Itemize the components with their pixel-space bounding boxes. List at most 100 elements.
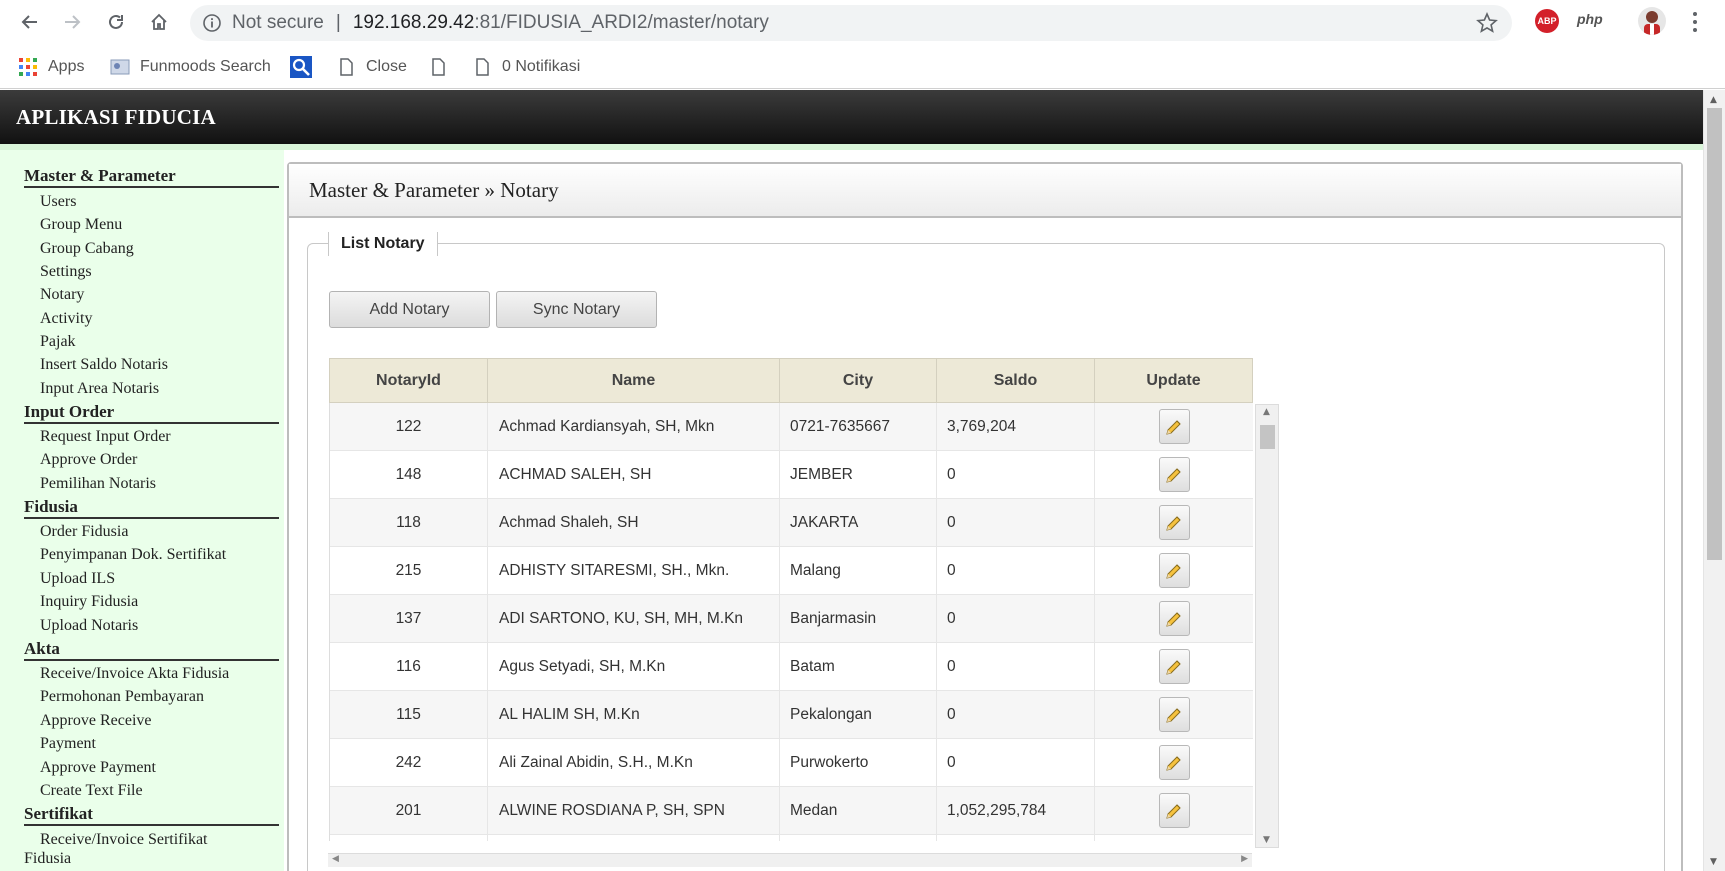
edit-button[interactable] — [1158, 457, 1190, 492]
home-icon[interactable] — [145, 8, 173, 36]
sidebar-item-order-fidusia[interactable]: Order Fidusia — [40, 522, 128, 542]
table-horizontal-scrollbar[interactable]: ◀ ▶ — [328, 853, 1252, 867]
edit-button[interactable] — [1158, 505, 1190, 540]
info-icon[interactable] — [202, 13, 222, 33]
scroll-left-icon[interactable]: ◀ — [332, 854, 339, 864]
edit-button[interactable] — [1158, 601, 1190, 636]
edit-button[interactable] — [1158, 409, 1190, 444]
table-row[interactable]: 118 Achmad Shaleh, SH JAKARTA 0 — [330, 499, 1253, 547]
adblock-icon[interactable]: ABP — [1535, 9, 1559, 33]
sync-notary-button[interactable]: Sync Notary — [496, 291, 657, 328]
sidebar-item-pajak[interactable]: Pajak — [40, 332, 76, 352]
bookmark-blank[interactable] — [428, 45, 458, 89]
sidebar-item-upload-notaris[interactable]: Upload Notaris — [40, 616, 138, 636]
sidebar-item-approve-receive[interactable]: Approve Receive — [40, 711, 152, 731]
sidebar-item-approve-order[interactable]: Approve Order — [40, 450, 137, 470]
sidebar-item-receive-invoice-sertifikat[interactable]: Receive/Invoice Sertifikat — [40, 830, 207, 850]
pencil-icon — [1166, 803, 1181, 819]
bookmark-star-icon[interactable] — [1476, 12, 1498, 34]
add-notary-button[interactable]: Add Notary — [329, 291, 490, 328]
table-row[interactable]: 215 ADHISTY SITARESMI, SH., Mkn. Malang 0 — [330, 547, 1253, 595]
page-scroll-thumb[interactable] — [1707, 108, 1722, 560]
cell-saldo: 1,052,295,784 — [937, 787, 1095, 834]
address-bar[interactable]: Not secure | 192.168.29.42:81/FIDUSIA_AR… — [190, 5, 1512, 41]
sidebar-item-settings[interactable]: Settings — [40, 262, 92, 282]
sidebar-item-permohonan-pembayaran[interactable]: Permohonan Pembayaran — [40, 687, 204, 707]
browser-menu-icon[interactable] — [1689, 10, 1701, 34]
sidebar-item-users[interactable]: Users — [40, 192, 76, 212]
scroll-right-icon[interactable]: ▶ — [1241, 854, 1248, 864]
sidebar-item-inquiry-fidusia[interactable]: Inquiry Fidusia — [40, 592, 138, 612]
table-row[interactable]: 148 ACHMAD SALEH, SH JEMBER 0 — [330, 451, 1253, 499]
page-icon — [476, 58, 489, 76]
sidebar-item-insert-saldo-notaris[interactable]: Insert Saldo Notaris — [40, 355, 168, 375]
cell-notaryid: 124 — [330, 835, 488, 841]
edit-button[interactable] — [1158, 697, 1190, 732]
sidebar-item-group-menu[interactable]: Group Menu — [40, 215, 122, 235]
bookmark-apps[interactable]: Apps — [18, 45, 84, 89]
page-scrollbar[interactable]: ▲ ▼ — [1703, 90, 1725, 871]
bookmark-search[interactable] — [290, 45, 312, 89]
page-scroll-down-icon[interactable]: ▼ — [1710, 857, 1717, 867]
reload-icon[interactable] — [102, 8, 130, 36]
search-icon — [290, 56, 312, 78]
cell-city: Kendari — [780, 835, 937, 841]
pencil-icon — [1166, 515, 1181, 531]
scroll-up-icon[interactable]: ▲ — [1263, 407, 1270, 417]
cell-update — [1095, 691, 1253, 738]
table-row[interactable]: 116 Agus Setyadi, SH, M.Kn Batam 0 — [330, 643, 1253, 691]
edit-button[interactable] — [1158, 793, 1190, 828]
column-header-notaryid[interactable]: NotaryId — [330, 359, 488, 402]
column-header-update: Update — [1146, 372, 1201, 389]
column-header-saldo[interactable]: Saldo — [937, 359, 1095, 402]
table-row[interactable]: 122 Achmad Kardiansyah, SH, Mkn 0721-76356… — [330, 403, 1253, 451]
sidebar-item-payment[interactable]: Payment — [40, 734, 96, 754]
table-row[interactable]: 137 ADI SARTONO, KU, SH, MH, M.Kn Banjarma… — [330, 595, 1253, 643]
bookmark-funmoods[interactable]: Funmoods Search — [110, 45, 271, 89]
sidebar-item-pemilihan-notaris[interactable]: Pemilihan Notaris — [40, 474, 156, 494]
sidebar-item-input-area-notaris[interactable]: Input Area Notaris — [40, 379, 159, 399]
edit-button[interactable] — [1158, 553, 1190, 588]
cell-name: Ali Zainal Abidin, S.H., M.Kn — [488, 739, 780, 786]
bookmark-notifikasi[interactable]: 0 Notifikasi — [472, 45, 580, 89]
scroll-down-icon[interactable]: ▼ — [1263, 835, 1270, 845]
table-row[interactable]: 242 Ali Zainal Abidin, S.H., M.Kn Purwoker… — [330, 739, 1253, 787]
table-row[interactable]: 115 AL HALIM SH, M.Kn Pekalongan 0 — [330, 691, 1253, 739]
profile-avatar-icon[interactable] — [1638, 7, 1666, 35]
cell-saldo: 3,769,204 — [937, 403, 1095, 450]
sidebar-item-receive-invoice-sertifikat-cont[interactable]: Fidusia — [24, 849, 71, 869]
table-row[interactable]: 201 ALWINE ROSDIANA P, SH, SPN Medan 1,052,… — [330, 787, 1253, 835]
php-extension-icon[interactable]: php — [1577, 11, 1603, 27]
sidebar-item-request-input-order[interactable]: Request Input Order — [40, 427, 171, 447]
table-row[interactable]: 124Andi Aulia Jusman, SH, M.KnKendari0 — [330, 835, 1253, 841]
bookmark-close[interactable]: Close — [336, 45, 407, 89]
sidebar-item-approve-payment[interactable]: Approve Payment — [40, 758, 156, 778]
table-vertical-scrollbar[interactable]: ▲ ▼ — [1255, 404, 1279, 848]
sidebar-item-upload-ils[interactable]: Upload ILS — [40, 569, 115, 589]
edit-button[interactable] — [1158, 745, 1190, 780]
page-scroll-up-icon[interactable]: ▲ — [1710, 95, 1717, 105]
sidebar-item-activity[interactable]: Activity — [40, 309, 92, 329]
column-header-city[interactable]: City — [780, 359, 937, 402]
cell-saldo: 0 — [937, 547, 1095, 594]
sidebar-item-group-cabang[interactable]: Group Cabang — [40, 239, 134, 259]
page-icon — [432, 58, 445, 76]
sidebar-item-penyimpanan-dok[interactable]: Penyimpanan Dok. Sertifikat — [40, 545, 226, 565]
back-icon[interactable] — [16, 8, 44, 36]
cell-name: AL HALIM SH, M.Kn — [488, 691, 780, 738]
url-host: 192.168.29.42 — [352, 12, 475, 33]
cell-saldo: 0 — [937, 643, 1095, 690]
cell-notaryid: 215 — [330, 547, 488, 594]
edit-button[interactable] — [1158, 649, 1190, 684]
sidebar-item-notary[interactable]: Notary — [40, 285, 84, 305]
sidebar-item-create-text-file[interactable]: Create Text File — [40, 781, 143, 801]
fieldset-legend: List Notary — [328, 232, 438, 256]
scroll-thumb[interactable] — [1260, 425, 1275, 449]
cell-saldo: 0 — [937, 595, 1095, 642]
column-header-name[interactable]: Name — [488, 359, 780, 402]
forward-icon[interactable] — [58, 8, 86, 36]
pencil-icon — [1166, 707, 1181, 723]
cell-notaryid: 137 — [330, 595, 488, 642]
sidebar-item-receive-invoice-akta[interactable]: Receive/Invoice Akta Fidusia — [40, 664, 229, 684]
cell-update — [1095, 547, 1253, 594]
